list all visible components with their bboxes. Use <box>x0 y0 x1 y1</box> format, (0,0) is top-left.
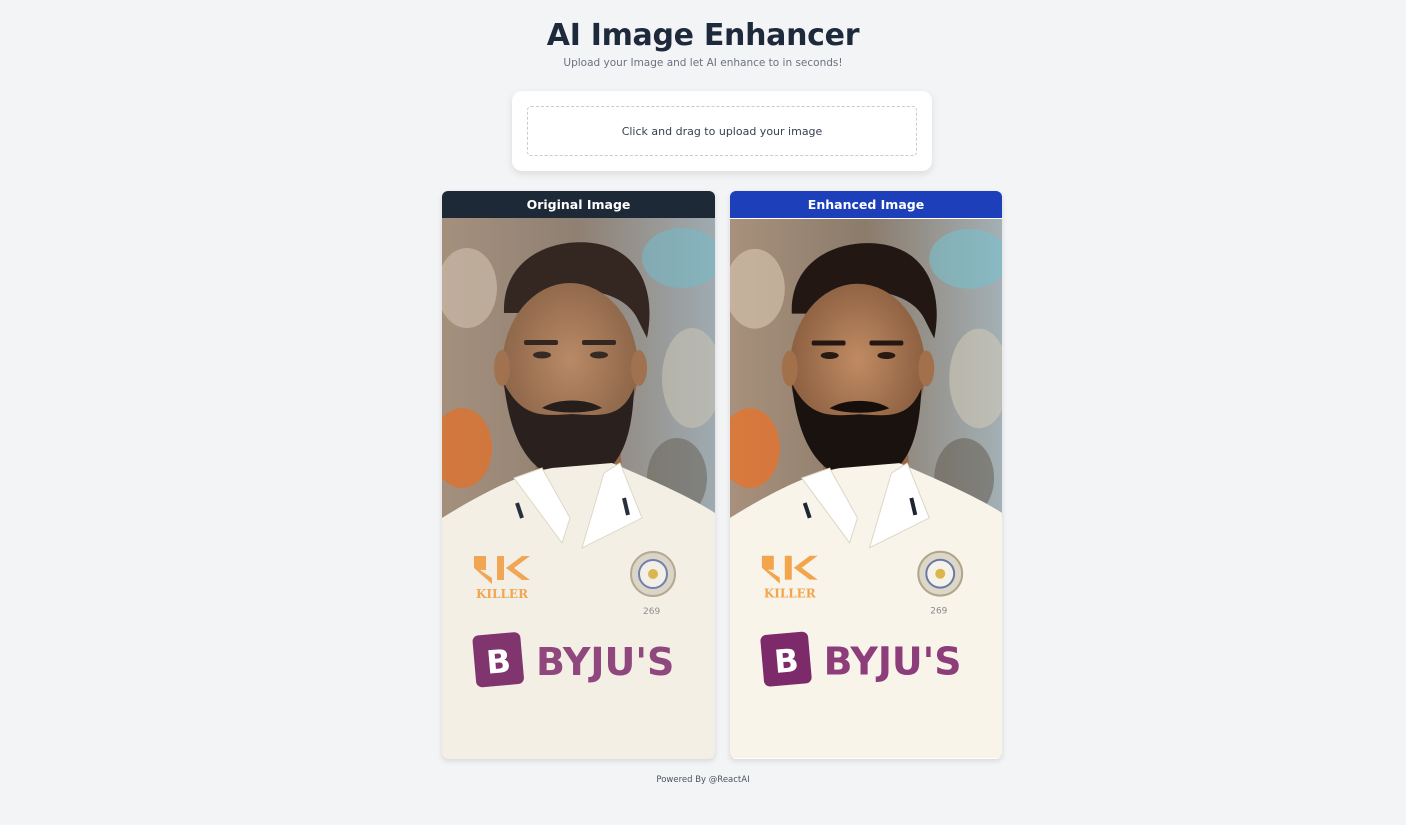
footer-credit: Powered By @ReactAI <box>656 775 750 785</box>
shirt-number-text: 269 <box>930 607 947 617</box>
enhanced-image-header: Enhanced Image <box>730 191 1002 218</box>
page-title: AI Image Enhancer <box>546 18 860 53</box>
sponsor-mark-text: B <box>773 641 801 681</box>
enhanced-image-panel: Enhanced Image KILLER 269 B BYJU'S <box>730 191 1002 759</box>
page-header: AI Image Enhancer Upload your Image and … <box>0 18 1406 69</box>
sponsor-text: BYJU'S <box>824 639 962 683</box>
original-image: KILLER 269 B BYJU'S <box>442 218 715 759</box>
original-image-panel: Original Image KILLER 269 B BYJU'S <box>442 191 715 759</box>
shirt-brand-text: KILLER <box>764 587 816 601</box>
page-subtitle: Upload your Image and let AI enhance to … <box>563 57 843 69</box>
upload-card: Click and drag to upload your image <box>512 91 932 171</box>
enhanced-image: KILLER 269 B BYJU'S <box>730 218 1002 759</box>
upload-prompt: Click and drag to upload your image <box>621 124 823 138</box>
upload-dropzone[interactable]: Click and drag to upload your image <box>527 106 917 156</box>
original-image-header: Original Image <box>442 191 715 218</box>
